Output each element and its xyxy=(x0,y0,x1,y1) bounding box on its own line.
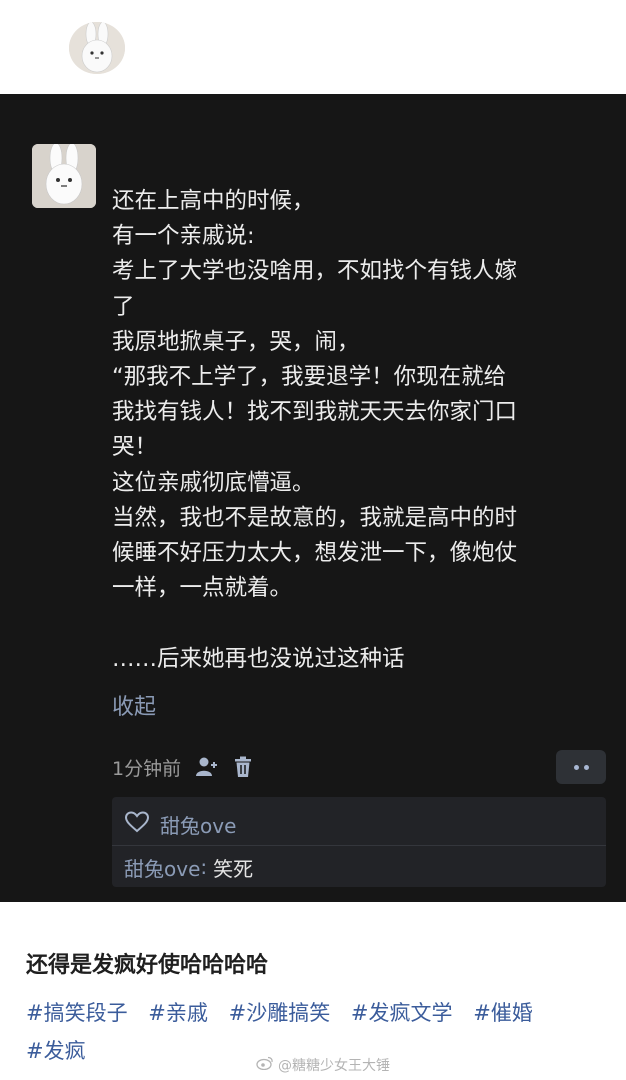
hashtag[interactable]: #亲戚 xyxy=(148,1001,208,1025)
comment-text: 笑死 xyxy=(213,856,254,881)
screenshot-panel: 还在上高中的时候， 有一个亲戚说: 考上了大学也没啥用，不如找个有钱人嫁 了 我… xyxy=(0,94,626,902)
weibo-icon xyxy=(256,1056,274,1074)
post-meta: 1分钟前 xyxy=(112,752,253,782)
more-dot xyxy=(583,764,589,770)
collapse-link[interactable]: 收起 xyxy=(112,689,156,721)
like-row: 甜兔ove xyxy=(124,807,236,841)
caption: 还得是发疯好使哈哈哈哈 xyxy=(26,953,269,978)
hashtag[interactable]: #发疯 xyxy=(26,1039,86,1063)
hashtag[interactable]: #沙雕搞笑 xyxy=(229,1001,331,1025)
comment-row: 甜兔ove : 笑死 xyxy=(124,851,253,883)
watermark: @糖糖少女王大锤 xyxy=(256,1055,390,1075)
watermark-text: @糖糖少女王大锤 xyxy=(278,1058,390,1074)
hashtag[interactable]: #发疯文学 xyxy=(351,1001,453,1025)
heart-icon[interactable] xyxy=(124,810,150,838)
post-text: 还在上高中的时候， 有一个亲戚说: 考上了大学也没啥用，不如找个有钱人嫁 了 我… xyxy=(112,188,518,672)
person-icon[interactable] xyxy=(195,756,219,778)
comment-separator: : xyxy=(200,855,208,879)
comment-author[interactable]: 甜兔ove xyxy=(124,853,200,882)
liker-name[interactable]: 甜兔ove xyxy=(160,810,236,839)
post-avatar[interactable] xyxy=(32,144,96,208)
post-time: 1分钟前 xyxy=(112,757,182,780)
trash-icon[interactable] xyxy=(233,756,253,778)
hashtag[interactable]: #催婚 xyxy=(473,1001,533,1025)
more-dot xyxy=(573,764,579,770)
avatar[interactable] xyxy=(69,22,125,74)
top-bar xyxy=(0,0,626,94)
comment-box: 甜兔ove 甜兔ove : 笑死 xyxy=(112,797,606,887)
divider xyxy=(112,845,606,846)
hashtag[interactable]: #搞笑段子 xyxy=(26,1001,128,1025)
more-button[interactable] xyxy=(556,750,606,784)
